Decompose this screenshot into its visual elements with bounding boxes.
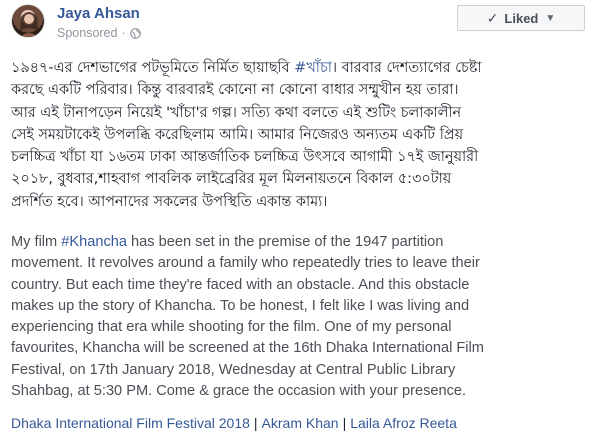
meta-separator: · [121, 26, 126, 40]
english-line: movement. It revolves around a family wh… [11, 255, 480, 272]
bangla-line: ২০১৮, বুধবার,শাহবাগ পাবলিক লাইব্রেরির মূ… [11, 171, 452, 188]
bangla-line: আর এই টানাপড়েন নিয়েই 'খাঁচা'র গল্প। সত… [11, 104, 462, 121]
author-name[interactable]: Jaya Ahsan [57, 5, 140, 22]
bangla-hashtag-link[interactable]: #খাঁচা [294, 60, 332, 76]
post-meta: Sponsored · [57, 26, 141, 40]
post-text-english: My film #Khancha has been set in the pre… [11, 232, 596, 402]
sponsored-post: Jaya Ahsan Sponsored · ✓ Liked ▼ ১৯৪৭-এর… [0, 0, 600, 436]
bangla-line: প্রদর্শিত হবে। আপনাদের সকলের উপস্থিতি এক… [11, 193, 328, 210]
sponsored-label[interactable]: Sponsored [57, 26, 117, 40]
liked-label: Liked [504, 10, 539, 26]
english-line: favourites, Khancha will be screened at … [11, 340, 484, 357]
tagged-pages: Dhaka International Film Festival 2018 | A… [11, 415, 596, 431]
bangla-line: চলচ্চিত্র খাঁচা যা ১৬তম ঢাকা আন্তর্জাতিক… [11, 149, 479, 166]
english-line: country. But each time they're faced wit… [11, 276, 470, 293]
english-line: Shahbag, at 5:30 PM. Come & grace the oc… [11, 383, 467, 400]
post-header: Jaya Ahsan Sponsored · ✓ Liked ▼ [0, 0, 600, 44]
caret-down-icon: ▼ [545, 12, 556, 24]
author-avatar[interactable] [11, 4, 45, 38]
tag-link-dhaka-film-festival[interactable]: Dhaka International Film Festival 2018 [11, 415, 250, 431]
post-text-bangla: ১৯৪৭-এর দেশভাগের পটভূমিতে নির্মিত ছায়াছ… [11, 57, 596, 213]
bangla-line: সেই সময়টাকেই উপলব্ধি করেছিলাম আমি। আমার… [11, 126, 464, 143]
tag-separator: | [342, 415, 347, 431]
english-line: experiencing that era while shooting for… [11, 319, 452, 336]
tag-link-akram-khan[interactable]: Akram Khan [262, 415, 339, 431]
globe-icon[interactable] [129, 27, 141, 39]
liked-button[interactable]: ✓ Liked ▼ [457, 5, 585, 31]
bangla-line: করছে একটি পরিবার। কিন্তু বারবারই কোনো না… [11, 82, 459, 99]
english-hashtag-link[interactable]: #Khancha [61, 234, 127, 250]
english-line: makes up the story of Khancha. To be hon… [11, 297, 470, 314]
english-line: My film #Khancha has been set in the pre… [11, 234, 444, 250]
bangla-line: ১৯৪৭-এর দেশভাগের পটভূমিতে নির্মিত ছায়াছ… [11, 60, 482, 76]
check-icon: ✓ [486, 9, 499, 26]
tag-link-laila-afroz-reeta[interactable]: Laila Afroz Reeta [350, 415, 457, 431]
english-line: Festival, on 17th January 2018, Wednesda… [11, 361, 456, 378]
tag-separator: | [253, 415, 258, 431]
avatar-portrait-icon [20, 12, 38, 37]
